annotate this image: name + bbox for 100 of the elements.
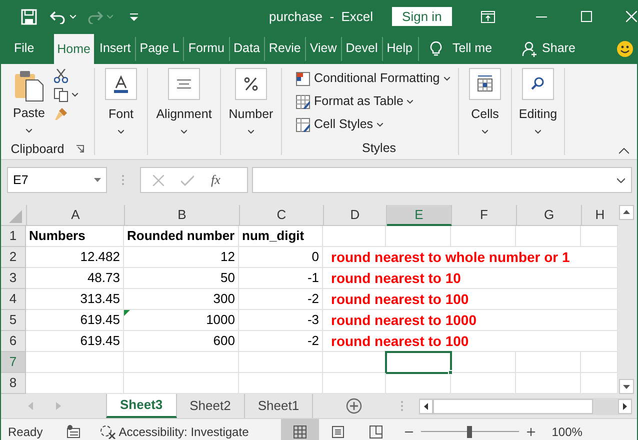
add-sheet-icon[interactable] <box>346 398 362 414</box>
table-cell: -1 <box>239 268 323 289</box>
column-header[interactable]: G <box>517 205 582 226</box>
ribbon-tab[interactable]: File <box>11 33 38 64</box>
zoom-in-icon[interactable] <box>526 428 535 436</box>
sign-in-button[interactable]: Sign in <box>392 7 452 26</box>
ribbon-button[interactable]: Alignment <box>156 68 212 134</box>
scroll-right-icon[interactable] <box>618 398 632 414</box>
share-button[interactable]: Share <box>542 39 576 58</box>
ribbon-tab[interactable]: Page L <box>136 33 182 64</box>
empty-cell <box>386 226 451 247</box>
minimize-icon[interactable] <box>536 16 547 18</box>
horizontal-scrollbar[interactable] <box>419 398 632 414</box>
scroll-down-icon[interactable] <box>619 379 634 394</box>
sheet-tab[interactable]: Sheet3 <box>106 394 177 418</box>
zoom-level[interactable]: 100% <box>552 422 582 440</box>
ribbon-button[interactable]: Cells <box>469 68 501 134</box>
view-button[interactable] <box>280 419 319 440</box>
vertical-scrollbar[interactable] <box>618 205 635 394</box>
accessibility-icon[interactable] <box>100 424 116 438</box>
tell-me-button[interactable]: Tell me <box>452 39 492 58</box>
caret-icon <box>377 122 384 126</box>
name-box[interactable]: E7 <box>7 167 107 193</box>
lightbulb-icon[interactable] <box>430 40 442 56</box>
save-icon[interactable] <box>21 8 37 24</box>
ribbon-tab[interactable]: View <box>306 33 340 64</box>
expand-icon[interactable] <box>617 178 625 182</box>
formula-input[interactable] <box>252 167 632 193</box>
accessibility-button[interactable]: Accessibility: Investigate <box>118 422 249 440</box>
ribbon-tab[interactable]: Formu <box>185 33 228 64</box>
caret-icon <box>444 76 450 80</box>
redo-icon <box>87 10 103 24</box>
ribbon-tab[interactable]: Home <box>54 34 94 65</box>
table-cell: 50 <box>124 268 239 289</box>
ribbon-tab[interactable]: Data <box>230 33 263 64</box>
smiley-icon[interactable] <box>617 40 634 56</box>
status-text: Ready <box>8 424 43 440</box>
styles-menu-button[interactable]: Cell Styles <box>296 113 458 136</box>
page-break-icon <box>368 424 383 438</box>
column-header[interactable]: C <box>240 205 324 226</box>
row-header[interactable]: 1 <box>1 226 26 247</box>
row-header[interactable]: 3 <box>1 268 26 289</box>
paste-button[interactable]: Paste <box>13 64 45 136</box>
selected-cell[interactable] <box>386 352 451 373</box>
ribbon-button[interactable]: Font <box>105 68 137 134</box>
scrollbar-thumb[interactable] <box>433 398 594 414</box>
empty-cell <box>451 352 516 373</box>
normal-view-icon <box>292 424 307 438</box>
button-label: Cells <box>471 106 499 123</box>
column-title: num_digit <box>239 226 323 247</box>
group-label: Clipboard <box>10 141 64 158</box>
check-icon[interactable] <box>181 174 194 186</box>
ribbon-display-icon[interactable] <box>480 10 495 22</box>
paste-label: Paste <box>13 105 45 122</box>
column-header[interactable]: B <box>125 205 240 226</box>
row-header[interactable]: 6 <box>1 331 26 352</box>
caret-icon <box>107 14 113 18</box>
table-cell: -3 <box>239 310 323 331</box>
row-header[interactable]: 5 <box>1 310 26 331</box>
caret-icon <box>534 130 541 134</box>
customize-icon[interactable] <box>130 12 138 20</box>
ribbon-tab[interactable]: Help <box>384 33 416 64</box>
table-cell: round nearest to 100 <box>323 289 618 310</box>
zoom-slider-thumb[interactable] <box>467 426 472 438</box>
dropdown-icon[interactable] <box>94 178 101 182</box>
insert-function-button[interactable]: fx <box>211 170 220 190</box>
table-cell: 619.45 <box>26 331 124 352</box>
ribbon-button[interactable]: Editing <box>518 68 558 134</box>
macro-record-icon[interactable] <box>66 425 80 438</box>
column-header[interactable]: E <box>387 205 452 226</box>
styles-menu-button[interactable]: Conditional Formatting <box>296 67 458 90</box>
scroll-up-icon[interactable] <box>619 205 634 220</box>
table-cell: 0 <box>239 247 323 268</box>
scroll-left-icon[interactable] <box>419 398 434 414</box>
table-cell: 619.45 <box>26 310 124 331</box>
ribbon-tab[interactable]: Devel <box>342 33 381 64</box>
ribbon-button[interactable]: Number <box>228 68 274 134</box>
styles-menu-button[interactable]: Format as Table <box>296 90 458 113</box>
page-layout-icon <box>330 424 345 438</box>
column-header[interactable]: F <box>452 205 517 226</box>
button-label: Font <box>108 106 134 123</box>
button-label: Number <box>228 106 274 123</box>
collapse-ribbon-icon[interactable] <box>619 148 629 154</box>
row-header[interactable]: 2 <box>1 247 26 268</box>
ribbon-tab[interactable]: Revie <box>266 33 304 64</box>
window-title: purchase - Excel <box>269 8 374 26</box>
caret-icon[interactable] <box>72 93 78 97</box>
row-header[interactable]: 8 <box>1 373 26 394</box>
row-header[interactable]: 4 <box>1 289 26 310</box>
caret-icon <box>26 128 32 133</box>
person-add-icon[interactable] <box>522 40 538 56</box>
dialog-launcher-icon[interactable] <box>76 145 84 154</box>
close-icon[interactable] <box>626 11 637 22</box>
ribbon-tab[interactable]: Insert <box>96 33 134 64</box>
button-label: Conditional Formatting <box>314 70 440 88</box>
row-header[interactable]: 7 <box>1 352 26 373</box>
copy-icon[interactable] <box>54 88 68 102</box>
undo-icon[interactable] <box>50 10 66 24</box>
column-header[interactable]: A <box>27 205 125 226</box>
zoom-slider[interactable] <box>420 426 519 438</box>
